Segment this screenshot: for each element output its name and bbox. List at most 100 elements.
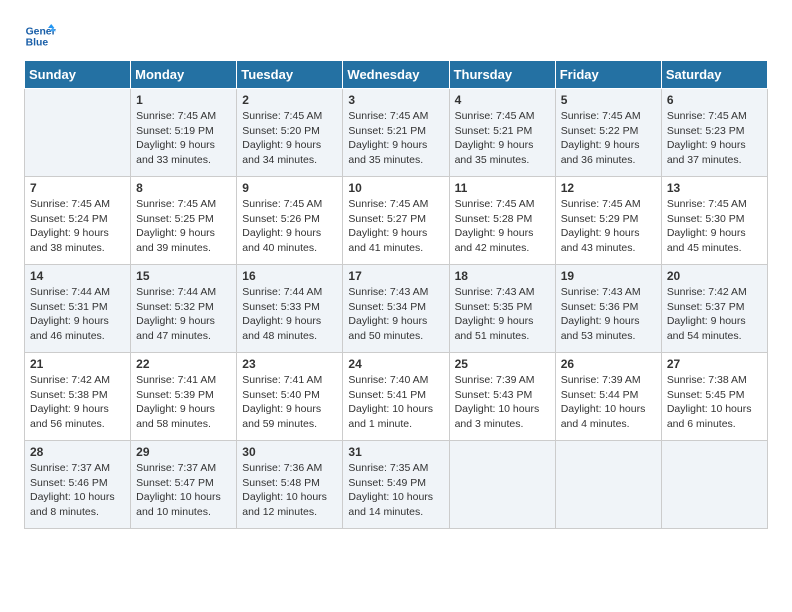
day-number: 6 bbox=[667, 93, 762, 107]
cell-content: Sunrise: 7:45 AM Sunset: 5:20 PM Dayligh… bbox=[242, 109, 337, 168]
day-number: 8 bbox=[136, 181, 231, 195]
cell-content: Sunrise: 7:43 AM Sunset: 5:35 PM Dayligh… bbox=[455, 285, 550, 344]
day-number: 14 bbox=[30, 269, 125, 283]
cell-content: Sunrise: 7:45 AM Sunset: 5:26 PM Dayligh… bbox=[242, 197, 337, 256]
day-number: 5 bbox=[561, 93, 656, 107]
day-number: 10 bbox=[348, 181, 443, 195]
calendar-cell: 25Sunrise: 7:39 AM Sunset: 5:43 PM Dayli… bbox=[449, 353, 555, 441]
calendar-cell: 15 Sunrise: 7:44 AM Sunset: 5:32 PM Dayli… bbox=[131, 265, 237, 353]
calendar-cell: 11 Sunrise: 7:45 AM Sunset: 5:28 PM Dayli… bbox=[449, 177, 555, 265]
day-number: 18 bbox=[455, 269, 550, 283]
cell-content: Sunrise: 7:38 AM Sunset: 5:45 PM Dayligh… bbox=[667, 373, 762, 432]
day-number: 28 bbox=[30, 445, 125, 459]
day-number: 4 bbox=[455, 93, 550, 107]
day-header-thursday: Thursday bbox=[449, 61, 555, 89]
cell-content: Sunrise: 7:45 AM Sunset: 5:25 PM Dayligh… bbox=[136, 197, 231, 256]
calendar-cell: 16 Sunrise: 7:44 AM Sunset: 5:33 PM Dayli… bbox=[237, 265, 343, 353]
calendar-cell: 5Sunrise: 7:45 AM Sunset: 5:22 PM Daylig… bbox=[555, 89, 661, 177]
calendar-cell: 31 Sunrise: 7:35 AM Sunset: 5:49 PM Dayli… bbox=[343, 441, 449, 529]
calendar-cell: 14Sunrise: 7:44 AM Sunset: 5:31 PM Dayli… bbox=[25, 265, 131, 353]
logo-icon: General Blue bbox=[24, 20, 56, 52]
cell-content: Sunrise: 7:45 AM Sunset: 5:21 PM Dayligh… bbox=[348, 109, 443, 168]
calendar-cell bbox=[555, 441, 661, 529]
day-number: 2 bbox=[242, 93, 337, 107]
day-number: 22 bbox=[136, 357, 231, 371]
calendar-cell: 29 Sunrise: 7:37 AM Sunset: 5:47 PM Dayli… bbox=[131, 441, 237, 529]
calendar-cell: 23 Sunrise: 7:41 AM Sunset: 5:40 PM Dayli… bbox=[237, 353, 343, 441]
calendar-cell: 13 Sunrise: 7:45 AM Sunset: 5:30 PM Dayli… bbox=[661, 177, 767, 265]
calendar-cell: 21 Sunrise: 7:42 AM Sunset: 5:38 PM Dayli… bbox=[25, 353, 131, 441]
day-number: 23 bbox=[242, 357, 337, 371]
week-row-4: 21 Sunrise: 7:42 AM Sunset: 5:38 PM Dayli… bbox=[25, 353, 768, 441]
calendar-cell: 12Sunrise: 7:45 AM Sunset: 5:29 PM Dayli… bbox=[555, 177, 661, 265]
calendar-cell: 20 Sunrise: 7:42 AM Sunset: 5:37 PM Dayli… bbox=[661, 265, 767, 353]
week-row-3: 14Sunrise: 7:44 AM Sunset: 5:31 PM Dayli… bbox=[25, 265, 768, 353]
calendar-cell: 18 Sunrise: 7:43 AM Sunset: 5:35 PM Dayli… bbox=[449, 265, 555, 353]
day-number: 3 bbox=[348, 93, 443, 107]
day-header-tuesday: Tuesday bbox=[237, 61, 343, 89]
day-header-monday: Monday bbox=[131, 61, 237, 89]
calendar-cell: 2 Sunrise: 7:45 AM Sunset: 5:20 PM Daylig… bbox=[237, 89, 343, 177]
day-number: 31 bbox=[348, 445, 443, 459]
cell-content: Sunrise: 7:39 AM Sunset: 5:43 PM Dayligh… bbox=[455, 373, 550, 432]
day-number: 16 bbox=[242, 269, 337, 283]
day-number: 7 bbox=[30, 181, 125, 195]
svg-text:Blue: Blue bbox=[26, 38, 49, 49]
page-header: General Blue bbox=[24, 20, 768, 52]
day-number: 27 bbox=[667, 357, 762, 371]
day-number: 15 bbox=[136, 269, 231, 283]
calendar-cell: 22Sunrise: 7:41 AM Sunset: 5:39 PM Dayli… bbox=[131, 353, 237, 441]
cell-content: Sunrise: 7:44 AM Sunset: 5:32 PM Dayligh… bbox=[136, 285, 231, 344]
calendar-cell: 7 Sunrise: 7:45 AM Sunset: 5:24 PM Daylig… bbox=[25, 177, 131, 265]
cell-content: Sunrise: 7:45 AM Sunset: 5:28 PM Dayligh… bbox=[455, 197, 550, 256]
calendar-cell: 1 Sunrise: 7:45 AM Sunset: 5:19 PM Daylig… bbox=[131, 89, 237, 177]
cell-content: Sunrise: 7:40 AM Sunset: 5:41 PM Dayligh… bbox=[348, 373, 443, 432]
day-number: 20 bbox=[667, 269, 762, 283]
cell-content: Sunrise: 7:45 AM Sunset: 5:30 PM Dayligh… bbox=[667, 197, 762, 256]
cell-content: Sunrise: 7:43 AM Sunset: 5:34 PM Dayligh… bbox=[348, 285, 443, 344]
day-number: 11 bbox=[455, 181, 550, 195]
cell-content: Sunrise: 7:37 AM Sunset: 5:47 PM Dayligh… bbox=[136, 461, 231, 520]
cell-content: Sunrise: 7:45 AM Sunset: 5:23 PM Dayligh… bbox=[667, 109, 762, 168]
day-header-saturday: Saturday bbox=[661, 61, 767, 89]
cell-content: Sunrise: 7:45 AM Sunset: 5:19 PM Dayligh… bbox=[136, 109, 231, 168]
week-row-1: 1 Sunrise: 7:45 AM Sunset: 5:19 PM Daylig… bbox=[25, 89, 768, 177]
calendar-cell bbox=[25, 89, 131, 177]
day-header-sunday: Sunday bbox=[25, 61, 131, 89]
calendar-cell: 8 Sunrise: 7:45 AM Sunset: 5:25 PM Daylig… bbox=[131, 177, 237, 265]
calendar-cell: 19 Sunrise: 7:43 AM Sunset: 5:36 PM Dayli… bbox=[555, 265, 661, 353]
calendar-table: SundayMondayTuesdayWednesdayThursdayFrid… bbox=[24, 60, 768, 529]
cell-content: Sunrise: 7:37 AM Sunset: 5:46 PM Dayligh… bbox=[30, 461, 125, 520]
day-number: 24 bbox=[348, 357, 443, 371]
day-number: 19 bbox=[561, 269, 656, 283]
cell-content: Sunrise: 7:44 AM Sunset: 5:33 PM Dayligh… bbox=[242, 285, 337, 344]
day-header-wednesday: Wednesday bbox=[343, 61, 449, 89]
day-number: 13 bbox=[667, 181, 762, 195]
cell-content: Sunrise: 7:45 AM Sunset: 5:27 PM Dayligh… bbox=[348, 197, 443, 256]
cell-content: Sunrise: 7:35 AM Sunset: 5:49 PM Dayligh… bbox=[348, 461, 443, 520]
week-row-5: 28 Sunrise: 7:37 AM Sunset: 5:46 PM Dayli… bbox=[25, 441, 768, 529]
day-number: 30 bbox=[242, 445, 337, 459]
cell-content: Sunrise: 7:45 AM Sunset: 5:24 PM Dayligh… bbox=[30, 197, 125, 256]
calendar-cell: 27 Sunrise: 7:38 AM Sunset: 5:45 PM Dayli… bbox=[661, 353, 767, 441]
calendar-cell: 28 Sunrise: 7:37 AM Sunset: 5:46 PM Dayli… bbox=[25, 441, 131, 529]
day-number: 29 bbox=[136, 445, 231, 459]
calendar-cell: 3 Sunrise: 7:45 AM Sunset: 5:21 PM Daylig… bbox=[343, 89, 449, 177]
day-header-friday: Friday bbox=[555, 61, 661, 89]
day-number: 21 bbox=[30, 357, 125, 371]
cell-content: Sunrise: 7:42 AM Sunset: 5:38 PM Dayligh… bbox=[30, 373, 125, 432]
cell-content: Sunrise: 7:43 AM Sunset: 5:36 PM Dayligh… bbox=[561, 285, 656, 344]
calendar-cell: 4Sunrise: 7:45 AM Sunset: 5:21 PM Daylig… bbox=[449, 89, 555, 177]
day-number: 26 bbox=[561, 357, 656, 371]
calendar-cell: 24 Sunrise: 7:40 AM Sunset: 5:41 PM Dayli… bbox=[343, 353, 449, 441]
cell-content: Sunrise: 7:41 AM Sunset: 5:40 PM Dayligh… bbox=[242, 373, 337, 432]
day-number: 1 bbox=[136, 93, 231, 107]
day-number: 17 bbox=[348, 269, 443, 283]
day-number: 12 bbox=[561, 181, 656, 195]
calendar-cell: 6 Sunrise: 7:45 AM Sunset: 5:23 PM Daylig… bbox=[661, 89, 767, 177]
cell-content: Sunrise: 7:42 AM Sunset: 5:37 PM Dayligh… bbox=[667, 285, 762, 344]
cell-content: Sunrise: 7:36 AM Sunset: 5:48 PM Dayligh… bbox=[242, 461, 337, 520]
cell-content: Sunrise: 7:39 AM Sunset: 5:44 PM Dayligh… bbox=[561, 373, 656, 432]
calendar-cell bbox=[449, 441, 555, 529]
calendar-cell: 9Sunrise: 7:45 AM Sunset: 5:26 PM Daylig… bbox=[237, 177, 343, 265]
